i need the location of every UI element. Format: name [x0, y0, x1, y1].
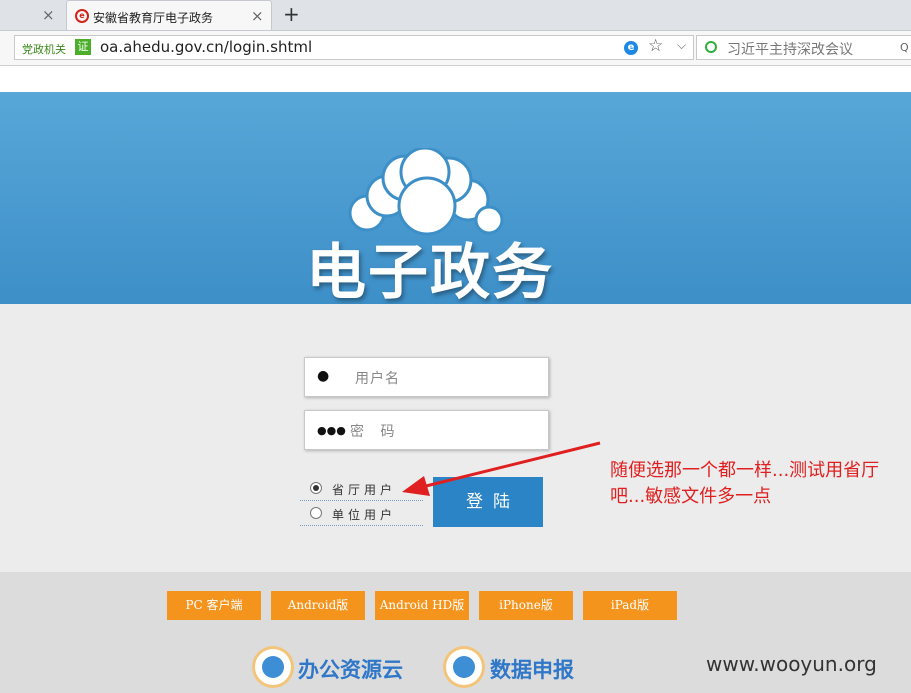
data-report-link[interactable]: 数据申报 — [490, 654, 574, 684]
site-favicon-icon: e — [75, 9, 89, 23]
search-go-icon[interactable]: Q — [900, 41, 909, 54]
password-dots-icon: ●●● — [317, 424, 346, 437]
tab-title: 安徽省教育厅电子政务 — [93, 11, 214, 25]
radio-button-checked[interactable] — [310, 482, 322, 494]
download-android-button[interactable]: Android版 — [271, 591, 365, 620]
tab-active[interactable]: e 安徽省教育厅电子政务 × — [66, 0, 272, 30]
certificate-badge-icon[interactable]: 证 — [75, 39, 91, 55]
download-pc-client-button[interactable]: PC 客户端 — [167, 591, 261, 620]
chevron-down-icon[interactable]: ⌵ — [677, 38, 686, 53]
download-android-hd-button[interactable]: Android HD版 — [375, 591, 469, 620]
watermark-text: www.wooyun.org — [706, 652, 877, 676]
username-placeholder: 用户名 — [355, 371, 400, 387]
search-suggestion-text[interactable]: 习近平主持深改会议 — [727, 39, 853, 59]
user-type-label: 省厅用户 — [332, 483, 397, 497]
data-report-icon[interactable] — [446, 649, 482, 685]
user-icon: ● — [317, 368, 330, 384]
search-input[interactable]: 习近平主持深改会议 Q — [696, 35, 911, 60]
bookmark-star-icon[interactable]: ☆ — [648, 36, 663, 56]
annotation-arrow — [402, 441, 601, 496]
user-type-option-unit[interactable]: 单位用户 — [300, 501, 423, 526]
download-ipad-button[interactable]: iPad版 — [583, 591, 677, 620]
user-type-label: 单位用户 — [332, 508, 397, 522]
username-field[interactable]: ● 用户名 — [304, 357, 549, 397]
banner-title: 电子政务 — [306, 238, 554, 308]
download-iphone-button[interactable]: iPhone版 — [479, 591, 573, 620]
close-tab-icon[interactable]: × — [42, 6, 55, 24]
resource-cloud-icon[interactable] — [255, 649, 291, 685]
annotation-text: 随便选那一个都一样...测试用省厅吧...敏感文件多一点 — [610, 460, 880, 507]
gov-site-label: 党政机关 — [22, 43, 66, 56]
close-tab-icon[interactable]: × — [251, 7, 264, 25]
radio-button[interactable] — [310, 507, 322, 519]
url-text[interactable]: oa.ahedu.gov.cn/login.shtml — [100, 38, 312, 56]
url-input[interactable]: 党政机关 证 oa.ahedu.gov.cn/login.shtml e ☆ ⌵ — [14, 35, 694, 60]
resource-cloud-link[interactable]: 办公资源云 — [298, 654, 403, 684]
tab-previous[interactable]: × — [0, 0, 64, 30]
page-top-gap — [0, 66, 911, 92]
search-icon — [705, 41, 717, 53]
new-tab-button[interactable]: + — [283, 3, 300, 25]
address-bar: 党政机关 证 oa.ahedu.gov.cn/login.shtml e ☆ ⌵… — [0, 31, 911, 66]
password-placeholder: 密 码 — [350, 424, 401, 440]
tab-bar: × e 安徽省教育厅电子政务 × + — [0, 0, 911, 31]
ie-compat-icon[interactable]: e — [624, 41, 638, 55]
